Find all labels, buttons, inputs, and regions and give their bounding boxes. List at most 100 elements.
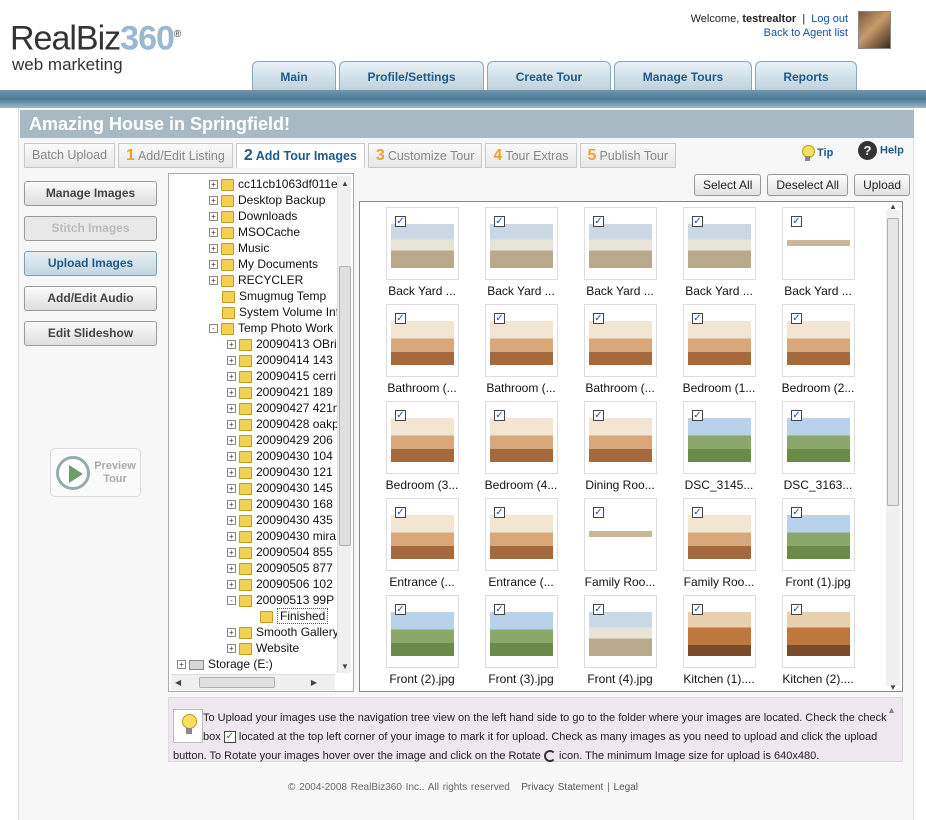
image-tile[interactable]: ✓ Bedroom (4...: [476, 397, 566, 492]
add-edit-audiobutton[interactable]: Add/Edit Audio: [24, 286, 157, 311]
expand-icon[interactable]: +: [227, 356, 236, 366]
image-checkbox[interactable]: ✓: [593, 410, 604, 421]
expand-icon[interactable]: +: [227, 436, 236, 446]
image-checkbox[interactable]: ✓: [395, 507, 406, 518]
image-checkbox[interactable]: ✓: [395, 313, 406, 324]
tree-folder[interactable]: + Music: [209, 240, 269, 256]
expand-icon[interactable]: +: [227, 388, 236, 398]
step-5[interactable]: 5 Publish Tour: [579, 143, 677, 168]
image-thumbnail[interactable]: ✓: [782, 304, 855, 377]
tab-profile-settings[interactable]: Profile/Settings: [339, 61, 484, 91]
expand-icon[interactable]: +: [227, 468, 236, 478]
image-thumbnail[interactable]: ✓: [782, 401, 855, 474]
grid-scroll-thumb[interactable]: [887, 218, 899, 506]
image-checkbox[interactable]: ✓: [692, 604, 703, 615]
image-tile[interactable]: ✓ Bathroom (...: [377, 300, 467, 395]
image-checkbox[interactable]: ✓: [395, 604, 406, 615]
tree-folder[interactable]: +20090414 143: [227, 352, 333, 368]
expand-icon[interactable]: +: [227, 628, 236, 638]
tree-folder[interactable]: + Website: [227, 640, 299, 656]
image-tile[interactable]: ✓ Back Yard ...: [674, 203, 764, 298]
expand-icon[interactable]: +: [227, 532, 236, 542]
expand-icon[interactable]: +: [209, 276, 218, 286]
expand-icon[interactable]: +: [227, 580, 236, 590]
image-checkbox[interactable]: ✓: [593, 507, 604, 518]
expand-icon[interactable]: +: [177, 660, 186, 670]
image-tile[interactable]: ✓ DSC_3145...: [674, 397, 764, 492]
image-tile[interactable]: ✓ Front (2).jpg: [377, 591, 467, 686]
tip-button[interactable]: Tip: [797, 141, 833, 165]
scroll-down-icon[interactable]: ▼: [341, 662, 349, 671]
scroll-up-icon[interactable]: ▲: [341, 179, 349, 188]
image-tile[interactable]: ✓ Bedroom (1...: [674, 300, 764, 395]
expand-icon[interactable]: +: [227, 404, 236, 414]
image-checkbox[interactable]: ✓: [791, 410, 802, 421]
image-tile[interactable]: ✓ Bathroom (...: [575, 300, 665, 395]
tree-folder[interactable]: +20090413 OBri: [227, 336, 337, 352]
image-checkbox[interactable]: ✓: [692, 507, 703, 518]
expand-icon[interactable]: +: [227, 500, 236, 510]
image-thumbnail[interactable]: ✓: [386, 498, 459, 571]
image-thumbnail[interactable]: ✓: [386, 401, 459, 474]
expand-icon[interactable]: +: [209, 212, 218, 222]
tab-manage-tours[interactable]: Manage Tours: [614, 61, 752, 91]
image-checkbox[interactable]: ✓: [593, 604, 604, 615]
image-checkbox[interactable]: ✓: [494, 410, 505, 421]
tree-folder[interactable]: + RECYCLER: [209, 272, 303, 288]
tree-vertical-scrollbar[interactable]: ▲ ▼: [337, 176, 351, 673]
grid-scroll-down-icon[interactable]: ▼: [889, 683, 897, 691]
image-checkbox[interactable]: ✓: [494, 313, 505, 324]
grid-scrollbar[interactable]: ▲ ▼: [886, 202, 900, 691]
image-checkbox[interactable]: ✓: [791, 507, 802, 518]
image-thumbnail[interactable]: ✓: [485, 304, 558, 377]
tree-folder[interactable]: +20090415 cerri: [227, 368, 336, 384]
scroll-left-icon[interactable]: ◀: [175, 678, 181, 687]
upload-button[interactable]: Upload: [854, 174, 911, 196]
image-checkbox[interactable]: ✓: [593, 216, 604, 227]
image-thumbnail[interactable]: ✓: [683, 498, 756, 571]
step-0[interactable]: Batch Upload: [24, 143, 116, 168]
tree-folder[interactable]: - Temp Photo Work: [209, 320, 333, 336]
tree-folder[interactable]: +20090430 121: [227, 464, 333, 480]
collapse-icon[interactable]: -: [209, 324, 218, 334]
image-tile[interactable]: ✓ Dining Roo...: [575, 397, 665, 492]
image-thumbnail[interactable]: ✓: [485, 207, 558, 280]
tree-folder[interactable]: +20090430 104: [227, 448, 333, 464]
scroll-right-icon[interactable]: ▶: [311, 678, 317, 687]
privacy-link[interactable]: Privacy Statement: [521, 782, 603, 793]
expand-icon[interactable]: +: [227, 452, 236, 462]
grid-scroll-up-icon[interactable]: ▲: [889, 202, 897, 211]
image-tile[interactable]: ✓ Back Yard ...: [575, 203, 665, 298]
image-thumbnail[interactable]: ✓: [683, 595, 756, 668]
tree-drive[interactable]: + Storage (E:): [177, 656, 273, 672]
image-tile[interactable]: ✓ Kitchen (2)....: [773, 591, 863, 686]
image-tile[interactable]: ✓ Front (4).jpg: [575, 591, 665, 686]
image-checkbox[interactable]: ✓: [593, 313, 604, 324]
tree-folder[interactable]: + Desktop Backup: [209, 192, 325, 208]
help-button[interactable]: ? Help: [858, 141, 904, 160]
image-thumbnail[interactable]: ✓: [683, 401, 756, 474]
image-thumbnail[interactable]: ✓: [386, 304, 459, 377]
image-tile[interactable]: ✓ Front (1).jpg: [773, 494, 863, 589]
expand-icon[interactable]: +: [227, 372, 236, 382]
image-tile[interactable]: ✓ Bathroom (...: [476, 300, 566, 395]
step-1[interactable]: 1 Add/Edit Listing: [118, 143, 233, 168]
image-tile[interactable]: ✓ Back Yard ...: [476, 203, 566, 298]
tree-folder[interactable]: + Downloads: [209, 208, 297, 224]
expand-icon[interactable]: +: [227, 644, 236, 654]
image-thumbnail[interactable]: ✓: [386, 207, 459, 280]
image-tile[interactable]: ✓ Back Yard ...: [377, 203, 467, 298]
expand-icon[interactable]: +: [209, 180, 218, 190]
image-tile[interactable]: ✓ Family Roo...: [575, 494, 665, 589]
manage-imagesbutton[interactable]: Manage Images: [24, 181, 157, 206]
image-thumbnail[interactable]: ✓: [782, 595, 855, 668]
image-thumbnail[interactable]: ✓: [485, 401, 558, 474]
expand-icon[interactable]: +: [227, 484, 236, 494]
image-tile[interactable]: ✓ Kitchen (1)....: [674, 591, 764, 686]
image-thumbnail[interactable]: ✓: [683, 207, 756, 280]
image-thumbnail[interactable]: ✓: [782, 207, 855, 280]
expand-icon[interactable]: +: [227, 564, 236, 574]
tree-folder[interactable]: +20090504 855: [227, 544, 333, 560]
expand-icon[interactable]: +: [227, 516, 236, 526]
tab-main[interactable]: Main: [252, 61, 336, 91]
